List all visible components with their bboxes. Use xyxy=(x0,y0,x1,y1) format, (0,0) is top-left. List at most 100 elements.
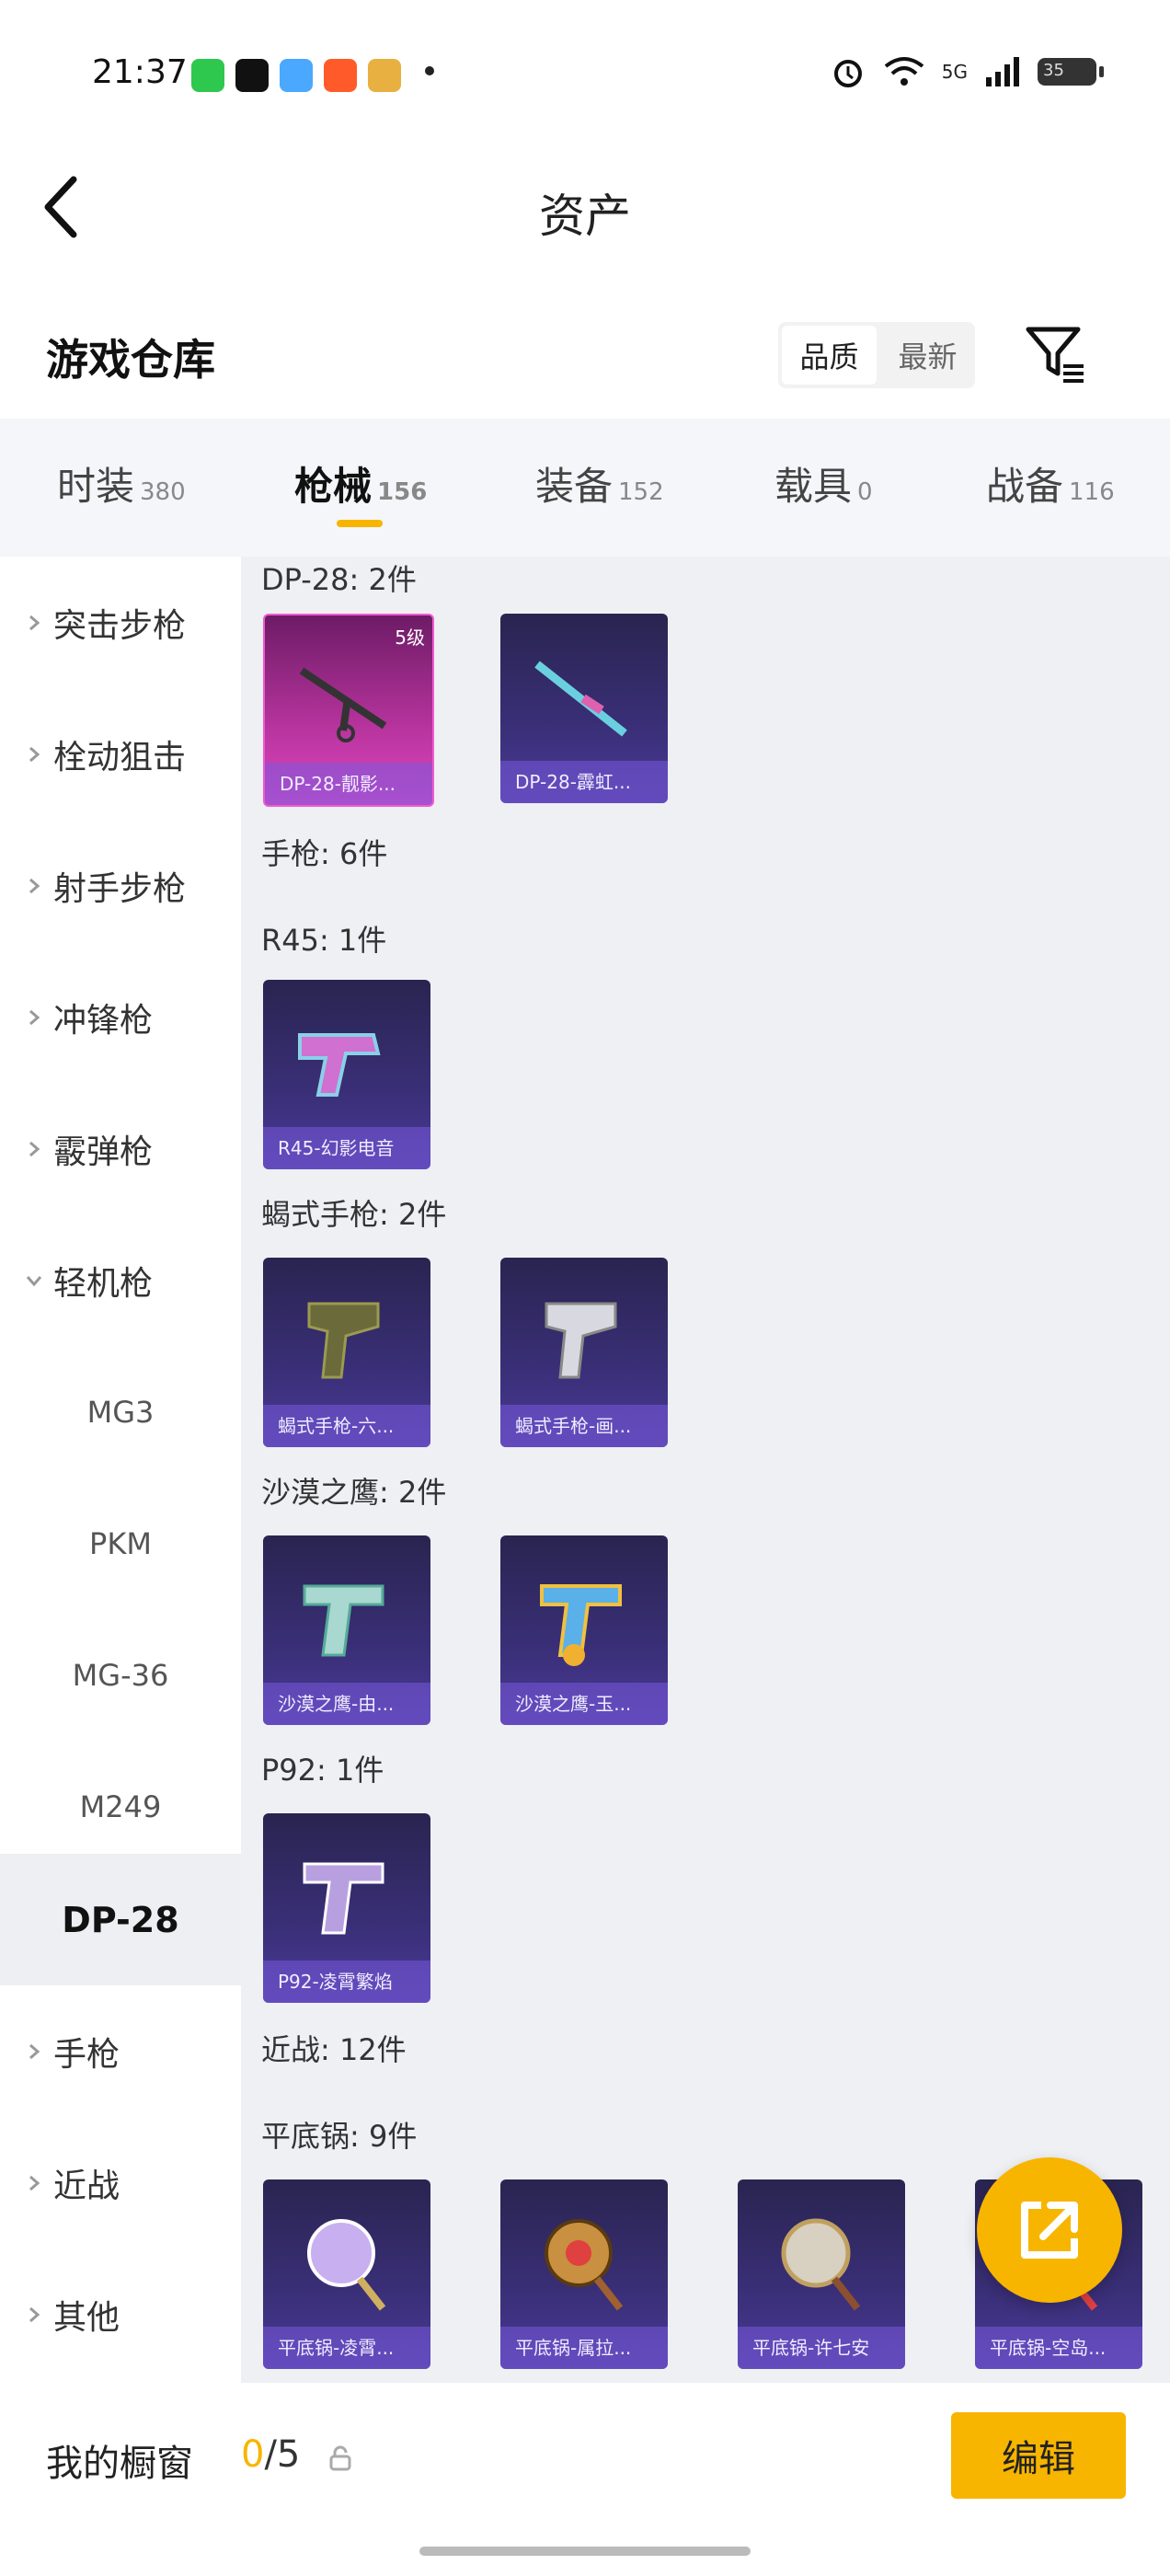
category-tabs: 时装 380 枪械 156 装备 152 载具 0 战备 116 xyxy=(0,419,1170,557)
share-icon xyxy=(1021,2202,1078,2259)
tab-supplies[interactable]: 战备 116 xyxy=(986,455,1115,512)
chevron-right-icon xyxy=(29,2306,40,2322)
item-name: P92-凌霄繁焰 xyxy=(263,1961,430,2003)
network-label: 5G xyxy=(941,61,968,83)
chevron-right-icon xyxy=(29,2043,40,2059)
pan-icon xyxy=(781,2218,861,2311)
sidebar-item-assault-rifle[interactable]: 突击步枪 xyxy=(0,557,241,688)
chevron-right-icon xyxy=(29,746,40,762)
share-button[interactable] xyxy=(977,2157,1122,2303)
pistol-icon xyxy=(540,1584,622,1666)
sort-latest-option[interactable]: 最新 xyxy=(880,322,975,388)
item-name: 平底锅-许七安 xyxy=(738,2327,905,2369)
showcase-count: 0/5 xyxy=(241,2433,301,2476)
edit-button[interactable]: 编辑 xyxy=(951,2412,1126,2499)
signal-icon xyxy=(986,57,1019,86)
chevron-right-icon xyxy=(29,1141,40,1156)
item-name: 平底锅-空岛... xyxy=(975,2327,1142,2369)
group-label: 沙漠之鹰: 2件 xyxy=(261,1475,447,1510)
item-card[interactable]: 平底锅-许七安 xyxy=(738,2179,905,2369)
sidebar-item-lmg[interactable]: 轻机枪 xyxy=(0,1214,241,1346)
chevron-right-icon xyxy=(29,615,40,630)
item-card[interactable]: 平底锅-凌霄... xyxy=(263,2179,430,2369)
tab-firearms[interactable]: 枪械 156 xyxy=(294,455,427,512)
battery-icon: 35 xyxy=(1038,58,1104,86)
group-label: DP-28: 2件 xyxy=(261,562,417,597)
status-right: 5G 35 xyxy=(830,53,1104,90)
tiktok-icon xyxy=(235,59,269,92)
sidebar-item-melee[interactable]: 近战 xyxy=(0,2117,241,2248)
game-icon xyxy=(368,59,401,92)
group-label: 近战: 12件 xyxy=(261,2032,407,2067)
sidebar-subitem-m249[interactable]: M249 xyxy=(0,1741,241,1872)
gun-icon xyxy=(534,661,627,737)
item-name: DP-28-霹虹... xyxy=(500,761,668,803)
tab-fashion[interactable]: 时装 380 xyxy=(57,455,186,512)
chevron-right-icon xyxy=(29,2175,40,2191)
item-card[interactable]: R45-幻影电音 xyxy=(263,980,430,1169)
sidebar-subitem-mg3[interactable]: MG3 xyxy=(0,1346,241,1478)
pistol-icon xyxy=(545,1302,617,1379)
sidebar-subitem-dp28[interactable]: DP-28 xyxy=(0,1854,241,1985)
bottom-bar: 我的橱窗 0/5 编辑 xyxy=(0,2383,1170,2576)
item-name: 蝎式手枪-六... xyxy=(263,1405,430,1447)
notification-dot xyxy=(425,66,434,75)
pan-icon xyxy=(545,2219,624,2311)
item-card[interactable]: 5级 DP-28-靓影... xyxy=(263,614,434,807)
tab-vehicles[interactable]: 载具 0 xyxy=(774,455,873,512)
pan-icon xyxy=(307,2219,386,2311)
item-name: 沙漠之鹰-由... xyxy=(263,1683,430,1725)
sidebar-subitem-mg36[interactable]: MG-36 xyxy=(0,1609,241,1741)
sidebar-item-other[interactable]: 其他 xyxy=(0,2248,241,2380)
item-card[interactable]: 沙漠之鹰-由... xyxy=(263,1535,430,1725)
item-name: R45-幻影电音 xyxy=(263,1127,430,1169)
item-name: 蝎式手枪-画... xyxy=(500,1405,668,1447)
status-time: 21:37 xyxy=(92,53,188,91)
item-name: 平底锅-凌霄... xyxy=(263,2327,430,2369)
revolver-icon xyxy=(298,1033,381,1097)
sort-toggle[interactable]: 品质 最新 xyxy=(778,322,975,388)
app-icon xyxy=(324,59,357,92)
sidebar-subitem-pkm[interactable]: PKM xyxy=(0,1478,241,1609)
wechat-icon xyxy=(191,59,224,92)
group-label: 平底锅: 9件 xyxy=(261,2119,418,2154)
tab-equipment[interactable]: 装备 152 xyxy=(535,455,664,512)
group-label: R45: 1件 xyxy=(261,923,387,958)
pistol-icon xyxy=(303,1862,384,1935)
item-grid: DP-28: 2件 5级 DP-28-靓影... DP-28-霹虹... 手枪:… xyxy=(241,557,1170,2383)
lock-icon xyxy=(329,2445,351,2471)
group-label: P92: 1件 xyxy=(261,1753,384,1788)
chevron-right-icon xyxy=(29,878,40,893)
item-card[interactable]: 平底锅-属拉... xyxy=(500,2179,668,2369)
sidebar-item-smg[interactable]: 冲锋枪 xyxy=(0,951,241,1083)
item-name: 平底锅-属拉... xyxy=(500,2327,668,2369)
item-card[interactable]: 沙漠之鹰-玉... xyxy=(500,1535,668,1725)
sidebar-item-bolt-sniper[interactable]: 栓动狙击 xyxy=(0,688,241,820)
section-title: 游戏仓库 xyxy=(46,335,215,385)
item-card[interactable]: 蝎式手枪-画... xyxy=(500,1258,668,1447)
sidebar-item-marksman-rifle[interactable]: 射手步枪 xyxy=(0,820,241,951)
active-tab-indicator xyxy=(337,520,383,527)
home-indicator xyxy=(419,2547,751,2556)
pistol-icon xyxy=(303,1584,384,1657)
alarm-icon xyxy=(833,60,862,87)
pistol-icon xyxy=(307,1302,380,1379)
item-name: 沙漠之鹰-玉... xyxy=(500,1683,668,1725)
sidebar-item-shotgun[interactable]: 霰弹枪 xyxy=(0,1083,241,1214)
item-card[interactable]: DP-28-霹虹... xyxy=(500,614,668,803)
gun-icon xyxy=(299,667,387,742)
chevron-right-icon xyxy=(29,1009,40,1025)
item-card[interactable]: P92-凌霄繁焰 xyxy=(263,1813,430,2003)
wifi-icon xyxy=(884,57,924,86)
sort-quality-option[interactable]: 品质 xyxy=(782,326,877,385)
sidebar-item-pistol[interactable]: 手枪 xyxy=(0,1985,241,2117)
item-name: DP-28-靓影... xyxy=(265,763,432,805)
filter-icon[interactable] xyxy=(1023,322,1087,386)
weather-icon xyxy=(280,59,313,92)
chevron-down-icon xyxy=(26,1275,42,1286)
sidebar: 突击步枪 栓动狙击 射手步枪 冲锋枪 霰弹枪 轻机枪 MG3 PKM MG-36… xyxy=(0,557,241,2383)
item-card[interactable]: 蝎式手枪-六... xyxy=(263,1258,430,1447)
showcase-label: 我的橱窗 xyxy=(46,2443,193,2485)
group-label: 蝎式手枪: 2件 xyxy=(261,1197,447,1232)
group-label: 手枪: 6件 xyxy=(261,836,388,871)
